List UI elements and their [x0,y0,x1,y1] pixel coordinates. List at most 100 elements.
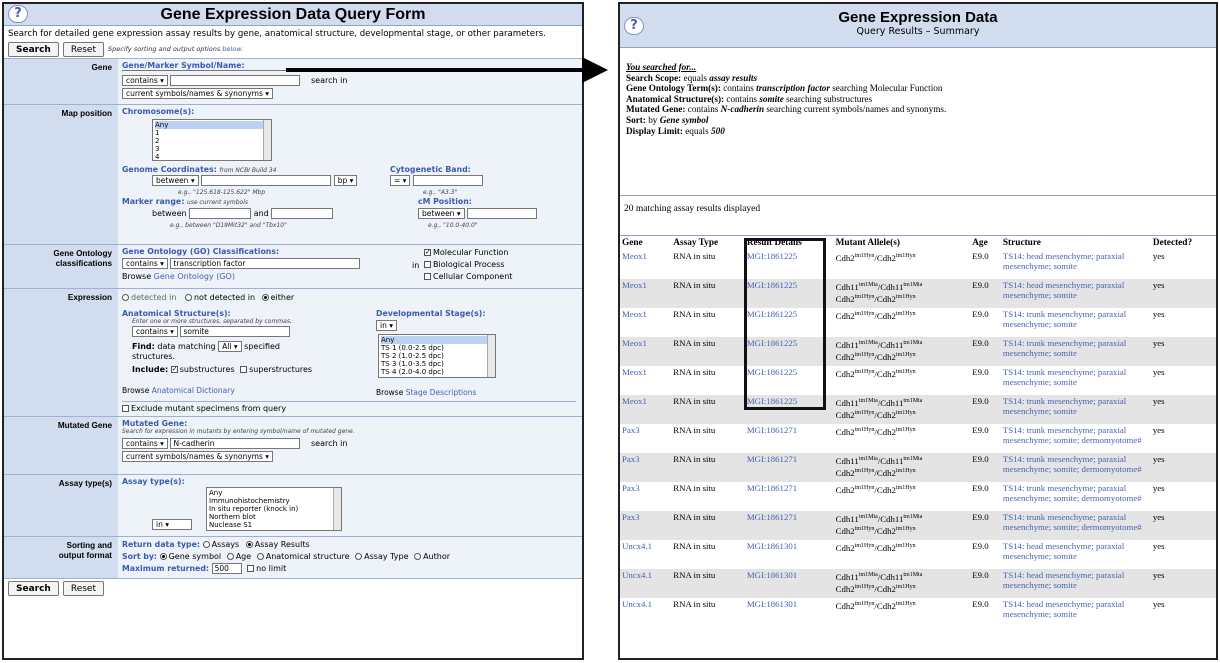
cb-input[interactable] [413,175,483,186]
go-browse-link[interactable]: Gene Ontology (GO) [154,272,235,281]
col-structure[interactable]: Structure [1001,236,1151,250]
gene-link[interactable]: Meox1 [620,279,671,308]
sort-anat-radio[interactable] [256,553,264,560]
structure-link[interactable]: TS14: trunk mesenchyme; paraxial mesench… [1001,453,1151,482]
gene-link[interactable]: Uncx4.1 [620,598,671,627]
stage-list[interactable]: Any TS 1 (0.0-2.5 dpc) TS 2 (1.0-2.5 dpc… [378,334,496,378]
assay-item[interactable]: Any [209,489,339,497]
chrom-list[interactable]: Any 1 2 3 4 [152,119,272,161]
structure-link[interactable]: TS14: trunk mesenchyme; paraxial mesench… [1001,395,1151,424]
dev-op-select[interactable]: in [376,320,397,331]
structure-link[interactable]: TS14: head mesenchyme; paraxial mesenchy… [1001,540,1151,569]
reset-button[interactable]: Reset [62,41,104,57]
search-button-bottom[interactable]: Search [8,581,59,596]
gene-op-select[interactable]: contains [122,75,168,86]
nolimit-checkbox[interactable] [247,565,255,572]
cm-input[interactable] [467,208,538,219]
result-details-link[interactable]: MGI:1861271 [745,424,834,453]
gene-link[interactable]: Pax3 [620,482,671,511]
mutated-op-select[interactable]: contains [122,438,168,449]
gene-link[interactable]: Pax3 [620,511,671,540]
sub-checkbox[interactable]: ✓ [170,366,178,373]
chrom-item[interactable]: 1 [155,129,269,137]
go-input[interactable]: transcription factor [170,258,361,269]
find-select[interactable]: All [218,341,242,352]
search-button[interactable]: Search [8,41,59,57]
cb-op-select[interactable]: = [390,175,411,186]
assay-item[interactable]: Nuclease S1 [209,521,339,529]
assay-item[interactable]: Northern blot [209,513,339,521]
results-radio[interactable] [245,541,253,548]
col-gene[interactable]: Gene [620,236,671,250]
structure-link[interactable]: TS14: head mesenchyme; paraxial mesenchy… [1001,250,1151,279]
assay-scrollbar[interactable] [333,488,341,530]
structure-link[interactable]: TS14: trunk mesenchyme; paraxial mesench… [1001,366,1151,395]
anat-browse-link[interactable]: Anatomical Dictionary [152,386,235,395]
chrom-scrollbar[interactable] [263,120,271,160]
gc-unit-select[interactable]: bp [333,175,358,186]
structure-link[interactable]: TS14: head mesenchyme; paraxial mesenchy… [1001,569,1151,598]
mr-to-input[interactable] [271,208,334,219]
super-checkbox[interactable] [240,366,248,373]
not-detected-radio[interactable] [184,294,192,301]
chrom-item[interactable]: 2 [155,137,269,145]
gene-link[interactable]: Uncx4.1 [620,569,671,598]
anat-input[interactable]: somite [180,326,291,337]
col-assay-type[interactable]: Assay Type [671,236,745,250]
gene-link[interactable]: Meox1 [620,366,671,395]
gene-link[interactable]: Meox1 [620,250,671,279]
gc-op-select[interactable]: between [152,175,199,186]
result-details-link[interactable]: MGI:1861271 [745,482,834,511]
result-details-link[interactable]: MGI:1861301 [745,598,834,627]
stage-item[interactable]: Any [381,336,493,344]
gene-link[interactable]: Pax3 [620,453,671,482]
result-details-link[interactable]: MGI:1861301 [745,569,834,598]
help-icon[interactable]: ? [624,17,644,35]
col-mutant-alleles[interactable]: Mutant Allele(s) [834,236,971,250]
go-op-select[interactable]: contains [122,258,168,269]
mutated-input[interactable]: N-cadherin [170,438,301,449]
gene-scope-select[interactable]: current symbols/names & synonyms [122,88,274,99]
below-link[interactable]: below. [222,45,243,53]
gene-link[interactable]: Meox1 [620,337,671,366]
mr-from-input[interactable] [189,208,252,219]
max-input[interactable]: 500 [211,563,242,574]
stage-item[interactable]: TS 2 (1.0-2.5 dpc) [381,352,493,360]
mutated-scope-select[interactable]: current symbols/names & synonyms [122,451,274,462]
stage-scrollbar[interactable] [487,335,495,377]
assay-item[interactable]: In situ reporter (knock in) [209,505,339,513]
col-age[interactable]: Age [970,236,1001,250]
structure-link[interactable]: TS14: trunk mesenchyme; paraxial mesench… [1001,424,1151,453]
col-detected[interactable]: Detected? [1151,236,1216,250]
assays-radio[interactable] [202,541,210,548]
bp-checkbox[interactable] [424,261,431,268]
gc-input[interactable] [201,175,332,186]
stage-item[interactable]: TS 4 (2.0-4.0 dpc) [381,368,493,376]
exclude-checkbox[interactable] [122,405,129,412]
result-details-link[interactable]: MGI:1861301 [745,540,834,569]
gene-link[interactable]: Uncx4.1 [620,540,671,569]
stage-item[interactable]: TS 3 (1.0-3.5 dpc) [381,360,493,368]
reset-button-bottom[interactable]: Reset [62,581,104,596]
result-details-link[interactable]: MGI:1861271 [745,511,834,540]
structure-link[interactable]: TS14: head mesenchyme; paraxial mesenchy… [1001,598,1151,627]
stage-item[interactable]: TS 1 (0.0-2.5 dpc) [381,344,493,352]
anat-op-select[interactable]: contains [132,326,178,337]
mf-checkbox[interactable]: ✓ [424,249,431,256]
sort-author-radio[interactable] [414,553,422,560]
structure-link[interactable]: TS14: trunk mesenchyme; paraxial mesench… [1001,511,1151,540]
help-icon[interactable]: ? [8,5,28,23]
gene-link[interactable]: Meox1 [620,308,671,337]
structure-link[interactable]: TS14: trunk mesenchyme; paraxial mesench… [1001,308,1151,337]
gene-link[interactable]: Meox1 [620,395,671,424]
chrom-item[interactable]: 4 [155,153,269,161]
assay-item[interactable]: Immunohistochemistry [209,497,339,505]
detected-radio[interactable] [122,294,129,301]
sort-gene-radio[interactable] [159,553,167,560]
gene-link[interactable]: Pax3 [620,424,671,453]
structure-link[interactable]: TS14: trunk mesenchyme; paraxial mesench… [1001,337,1151,366]
assay-list[interactable]: Any Immunohistochemistry In situ reporte… [206,487,342,531]
chrom-item[interactable]: Any [155,121,269,129]
cc-checkbox[interactable] [424,273,431,280]
gene-input[interactable] [170,75,301,86]
